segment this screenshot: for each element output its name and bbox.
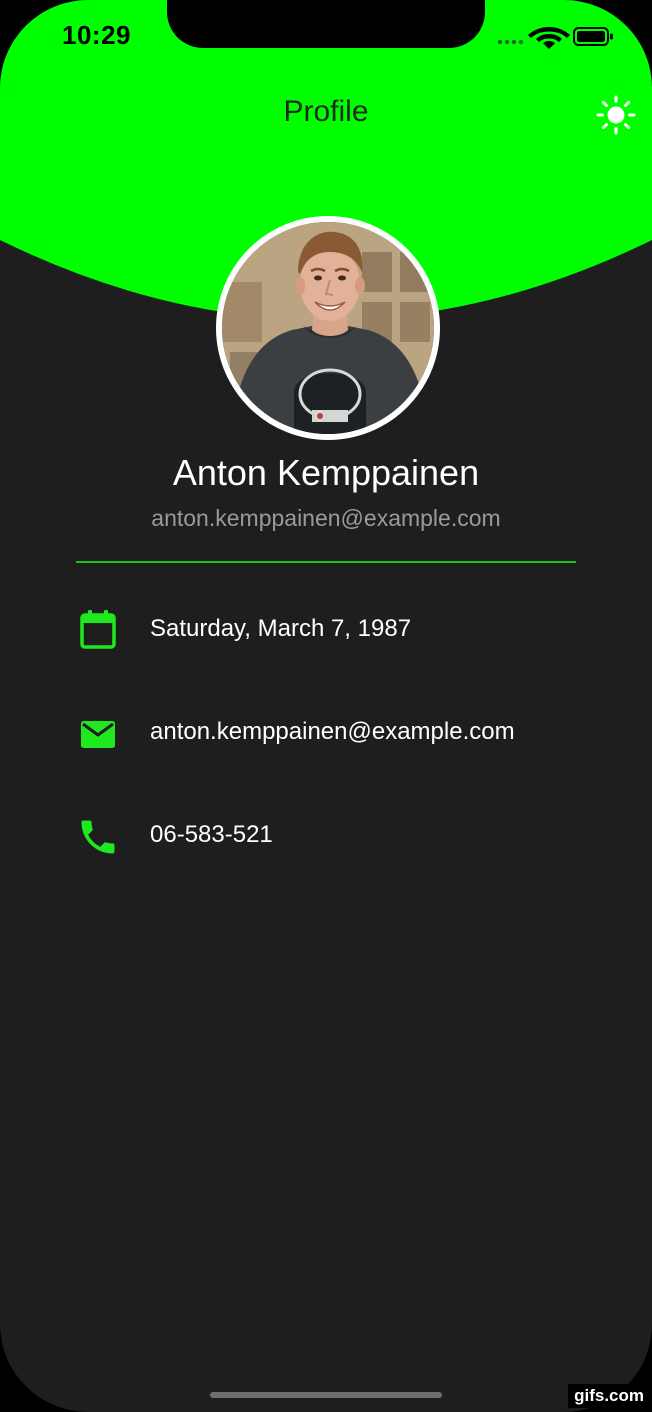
status-time: 10:29 xyxy=(62,20,131,50)
profile-photo xyxy=(222,222,434,434)
phone-text: 06-583-521 xyxy=(150,821,273,848)
signal-icon xyxy=(497,39,524,45)
detail-row-birthday: Saturday, March 7, 1987 xyxy=(76,603,596,653)
watermark: gifs.com xyxy=(568,1384,650,1408)
page-title: Profile xyxy=(283,95,369,128)
email-text: anton.kemppainen@example.com xyxy=(150,718,515,745)
profile-name: Anton Kemppainen xyxy=(172,452,480,493)
detail-row-email: anton.kemppainen@example.com xyxy=(76,706,596,756)
phone-screen: 10:29 Profile Anton Kemppainen anton.kem… xyxy=(0,0,652,1412)
detail-row-phone: 06-583-521 xyxy=(76,809,596,859)
battery-icon xyxy=(573,27,613,46)
home-indicator[interactable] xyxy=(210,1392,442,1398)
divider xyxy=(76,561,576,563)
calendar-icon xyxy=(80,610,116,649)
status-indicators xyxy=(497,27,613,49)
email-icon xyxy=(81,721,115,748)
sun-icon[interactable] xyxy=(596,95,636,135)
avatar xyxy=(216,216,440,440)
phone-icon xyxy=(81,820,115,854)
birthday-text: Saturday, March 7, 1987 xyxy=(150,615,412,642)
device-notch xyxy=(167,0,485,48)
wifi-icon xyxy=(528,27,570,49)
profile-email: anton.kemppainen@example.com xyxy=(151,505,501,531)
